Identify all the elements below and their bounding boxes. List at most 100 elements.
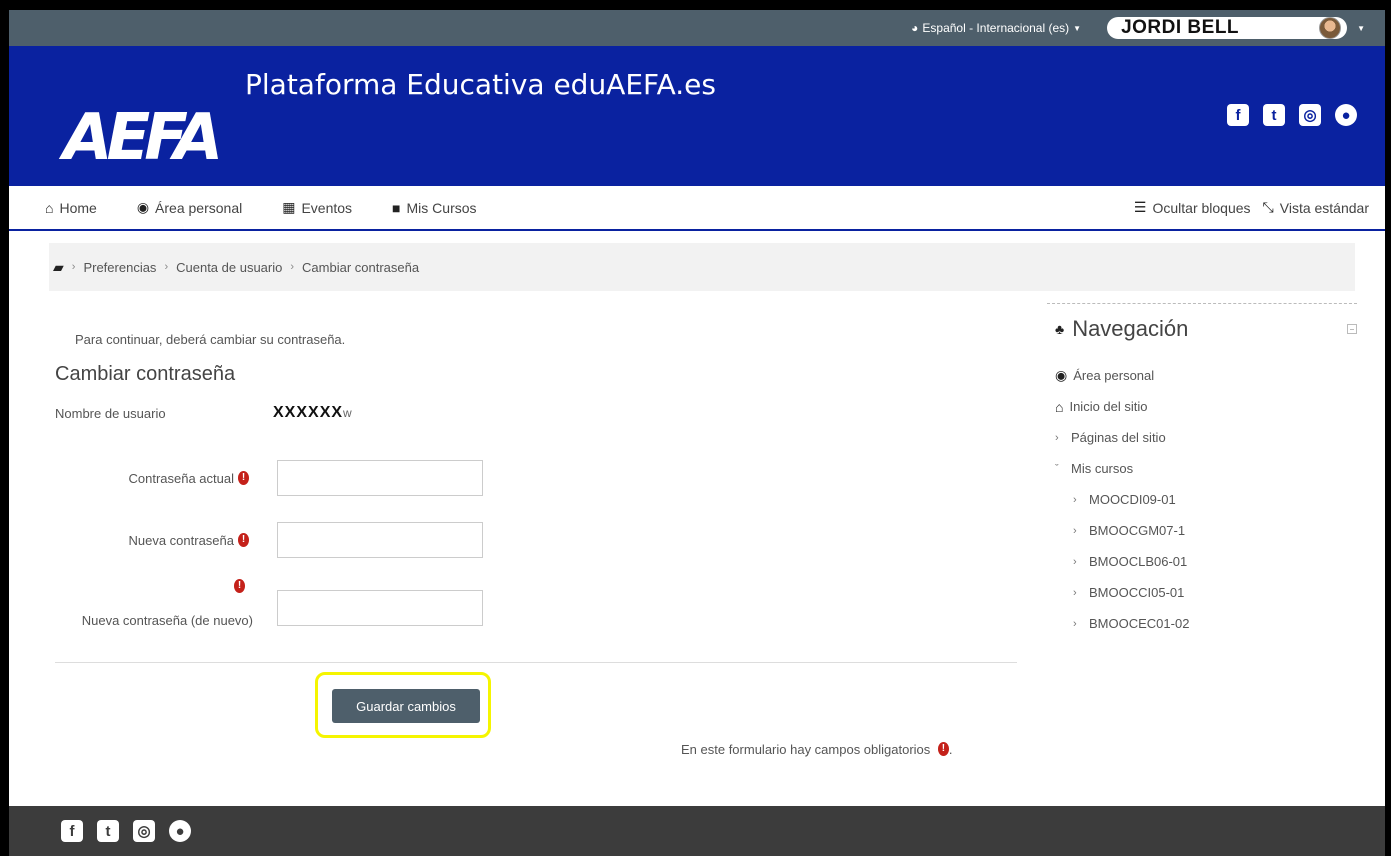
chevron-down-icon: ▼ [1073, 23, 1082, 33]
current-password-label-text: Contraseña actual [128, 470, 234, 486]
instagram-icon[interactable]: ◎ [1299, 104, 1321, 126]
nav-tree-label: MOOCDI09-01 [1089, 492, 1176, 507]
chevron-down-icon: ˇ [1055, 462, 1059, 475]
required-icon: ! [937, 742, 949, 756]
site-header: AEFA Plataforma Educativa eduAEFA.es f t… [9, 46, 1385, 186]
hide-blocks-label: Ocultar bloques [1152, 199, 1251, 216]
current-password-label: Contraseña actual! [55, 470, 277, 486]
standard-view-button[interactable]: ⤡ Vista estándar [1263, 199, 1369, 216]
nav-tree-inicio[interactable]: ⌂ Inicio del sitio [1055, 391, 1357, 422]
language-menu[interactable]: ◕ Español - Internacional (es) ▼ [911, 21, 1081, 35]
nav-eventos-label: Eventos [301, 199, 353, 216]
username-value-suffix: w [343, 406, 352, 420]
nav-tree-area-personal[interactable]: ◉ Área personal [1055, 360, 1357, 391]
avatar [1319, 17, 1342, 39]
new-password-label-text: Nueva contraseña [128, 532, 234, 548]
user-menu[interactable]: JORDI BELL [1107, 17, 1348, 39]
current-password-row: Contraseña actual! [55, 460, 555, 496]
save-changes-button[interactable]: Guardar cambios [332, 689, 480, 723]
top-bar: ◕ Español - Internacional (es) ▼ JORDI B… [9, 10, 1385, 46]
page-title: Cambiar contraseña [55, 363, 236, 385]
nav-tree-label: Mis cursos [1071, 461, 1134, 476]
navigation-list: ◉ Área personal ⌂ Inicio del sitio › Pág… [1047, 360, 1357, 639]
nav-area-personal-label: Área personal [155, 199, 243, 216]
required-icon: ! [234, 578, 245, 593]
site-title: Plataforma Educativa eduAEFA.es [245, 68, 716, 101]
browser-page: ◕ Español - Internacional (es) ▼ JORDI B… [9, 10, 1385, 856]
nav-tree-course[interactable]: › BMOOCGM07-1 [1055, 515, 1357, 546]
new-password-row: Nueva contraseña! [55, 522, 555, 558]
new-password-label: Nueva contraseña! [55, 532, 277, 548]
navigation-block-header: ♣ Navegación [1047, 316, 1357, 342]
chevron-right-icon: › [1073, 493, 1077, 506]
breadcrumb-item[interactable]: Cuenta de usuario [176, 260, 282, 275]
language-label: Español - Internacional (es) [922, 21, 1070, 35]
new-password-again-row: ! Nueva contraseña (de nuevo) [55, 578, 555, 628]
required-fields-note-text: En este formulario hay campos obligatori… [681, 742, 931, 757]
briefcase-icon: ■ [392, 199, 401, 216]
breadcrumb-item: Cambiar contraseña [302, 259, 420, 275]
breadcrumb-separator: › [71, 261, 76, 273]
new-password-input[interactable] [277, 522, 483, 558]
sitemap-icon: ♣ [1055, 321, 1065, 337]
nav-tree-label: Inicio del sitio [1069, 399, 1148, 414]
nav-tree-course[interactable]: › MOOCDI09-01 [1055, 484, 1357, 515]
instagram-icon[interactable]: ◎ [133, 820, 155, 842]
chevron-right-icon: › [1073, 524, 1077, 537]
social-links: f t ◎ ● [1227, 104, 1357, 126]
nav-mis-cursos-label: Mis Cursos [406, 199, 477, 216]
navigation-block: ♣ Navegación ◉ Área personal ⌂ Inicio de… [1047, 303, 1357, 639]
hide-blocks-button[interactable]: ☰ Ocultar bloques [1134, 199, 1251, 216]
calendar-icon: ▦ [282, 199, 296, 215]
nav-tree-mis-cursos[interactable]: ˇ Mis cursos [1055, 453, 1357, 484]
nav-tree-label: BMOOCEC01-02 [1089, 616, 1190, 631]
nav-tree-course[interactable]: › BMOOCLB06-01 [1055, 546, 1357, 577]
expand-icon: ⤡ [1262, 199, 1274, 215]
facebook-icon[interactable]: f [1227, 104, 1249, 126]
breadcrumb: ▰ › Preferencias › Cuenta de usuario › C… [49, 243, 1355, 291]
folder-icon[interactable]: ▰ [53, 259, 64, 276]
nav-area-personal[interactable]: ◉ Área personal [137, 199, 242, 216]
site-logo[interactable]: AEFA [63, 101, 223, 175]
username-label: Nombre de usuario [55, 405, 166, 421]
chevron-down-icon[interactable]: ▼ [1357, 24, 1365, 33]
nav-home-label: Home [59, 199, 97, 216]
home-icon: ⌂ [45, 199, 54, 216]
globe-icon[interactable]: ● [1335, 104, 1357, 126]
breadcrumb-item[interactable]: Preferencias [83, 260, 156, 275]
nav-tree-label: BMOOCCI05-01 [1089, 585, 1185, 600]
twitter-icon[interactable]: t [97, 820, 119, 842]
globe-icon[interactable]: ● [169, 820, 191, 842]
standard-view-label: Vista estándar [1279, 199, 1369, 216]
nav-tree-course[interactable]: › BMOOCCI05-01 [1055, 577, 1357, 608]
list-icon: ☰ [1133, 199, 1147, 215]
collapse-block-icon[interactable] [1347, 324, 1357, 334]
breadcrumb-separator: › [164, 261, 169, 273]
nav-tree-paginas[interactable]: › Páginas del sitio [1055, 422, 1357, 453]
nav-right: ☰ Ocultar bloques ⤡ Vista estándar [1134, 199, 1369, 216]
globe-icon: ◕ [911, 21, 919, 35]
nav-home[interactable]: ⌂ Home [45, 200, 97, 216]
required-icon: ! [238, 532, 249, 547]
twitter-icon[interactable]: t [1263, 104, 1285, 126]
nav-tree-label: Área personal [1073, 368, 1155, 383]
current-password-input[interactable] [277, 460, 483, 496]
dashboard-icon: ◉ [136, 199, 150, 215]
nav-tree-label: Páginas del sitio [1071, 430, 1166, 445]
facebook-icon[interactable]: f [61, 820, 83, 842]
required-icon: ! [238, 470, 249, 485]
form-divider [55, 662, 1017, 663]
username-value: XXXXXXw [273, 404, 352, 422]
breadcrumb-separator: › [290, 261, 295, 273]
home-icon: ⌂ [1055, 398, 1064, 415]
new-password-again-input[interactable] [277, 590, 483, 626]
site-footer: f t ◎ ● [9, 806, 1385, 856]
new-password-again-label: ! Nueva contraseña (de nuevo) [55, 578, 277, 628]
chevron-right-icon: › [1073, 617, 1077, 630]
dashboard-icon: ◉ [1055, 367, 1068, 383]
navigation-block-title: Navegación [1072, 316, 1189, 341]
nav-mis-cursos[interactable]: ■ Mis Cursos [392, 200, 476, 216]
nav-eventos[interactable]: ▦ Eventos [282, 199, 352, 216]
highlight-box: Guardar cambios [315, 672, 491, 738]
nav-tree-course[interactable]: › BMOOCEC01-02 [1055, 608, 1357, 639]
